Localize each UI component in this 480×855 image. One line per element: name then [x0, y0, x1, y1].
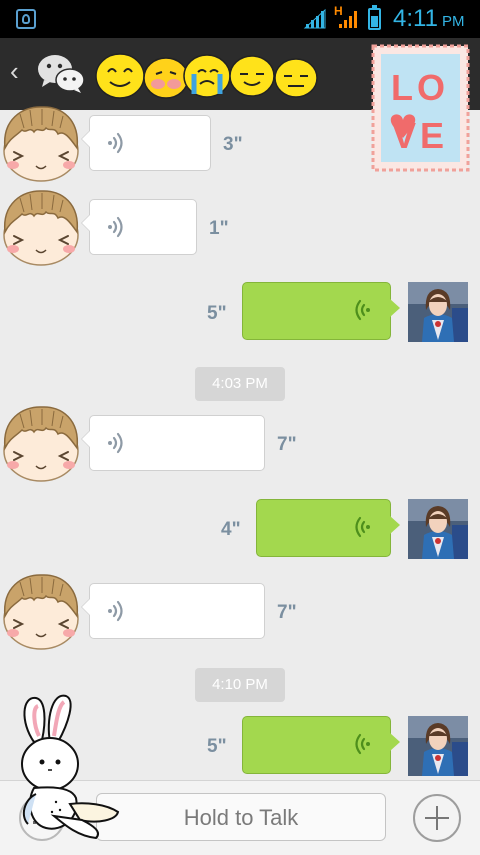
voice-duration: 3" [223, 134, 243, 155]
timestamp-label: 4:10 PM [195, 668, 285, 702]
stamp-text-top: LO [391, 67, 449, 108]
wechat-logo-icon[interactable] [36, 52, 86, 96]
status-bar: H 4:11 PM [0, 0, 480, 38]
voice-message-bubble[interactable] [81, 583, 265, 639]
signal-h-icon [339, 11, 357, 28]
voice-duration: 1" [209, 218, 229, 239]
clock-time: 4:11 [393, 5, 438, 32]
love-stamp-sticker: LO VE [371, 44, 470, 172]
friend-avatar[interactable] [0, 104, 82, 184]
signal-icon [303, 8, 326, 29]
voice-duration: 5" [207, 736, 227, 757]
voice-message-bubble[interactable] [81, 199, 197, 255]
battery-charging-icon [368, 5, 381, 30]
my-avatar[interactable] [408, 499, 468, 559]
clock-ampm: PM [441, 13, 465, 30]
voice-wave-icon [104, 598, 130, 624]
voice-wave-icon [104, 430, 130, 456]
emoji-faces-sticker [95, 53, 318, 99]
voice-wave-icon [104, 130, 130, 156]
my-avatar[interactable] [408, 716, 468, 776]
my-avatar[interactable] [408, 282, 468, 342]
plus-icon[interactable] [413, 794, 461, 842]
voice-duration: 4" [221, 519, 241, 540]
timestamp-label: 4:03 PM [195, 367, 285, 401]
voice-duration: 7" [277, 434, 297, 455]
voice-message-bubble[interactable] [81, 415, 265, 471]
hold-to-talk-button[interactable]: Hold to Talk [96, 793, 386, 841]
voice-wave-icon [348, 514, 374, 540]
voice-wave-icon [348, 731, 374, 757]
voice-message-bubble[interactable] [256, 499, 400, 557]
voice-message-bubble[interactable] [81, 115, 211, 171]
app-shield-icon [16, 9, 36, 29]
friend-avatar[interactable] [0, 404, 82, 484]
bunny-sticker [21, 694, 120, 840]
friend-avatar[interactable] [0, 572, 82, 652]
voice-wave-icon [104, 214, 130, 240]
voice-duration: 5" [207, 303, 227, 324]
voice-duration: 7" [277, 602, 297, 623]
status-clock: 4:11 PM [393, 5, 464, 33]
friend-avatar[interactable] [0, 188, 82, 268]
voice-message-bubble[interactable] [242, 716, 400, 774]
voice-wave-icon [348, 297, 374, 323]
back-arrow-icon[interactable]: ‹ [10, 56, 19, 87]
voice-message-bubble[interactable] [242, 282, 400, 340]
